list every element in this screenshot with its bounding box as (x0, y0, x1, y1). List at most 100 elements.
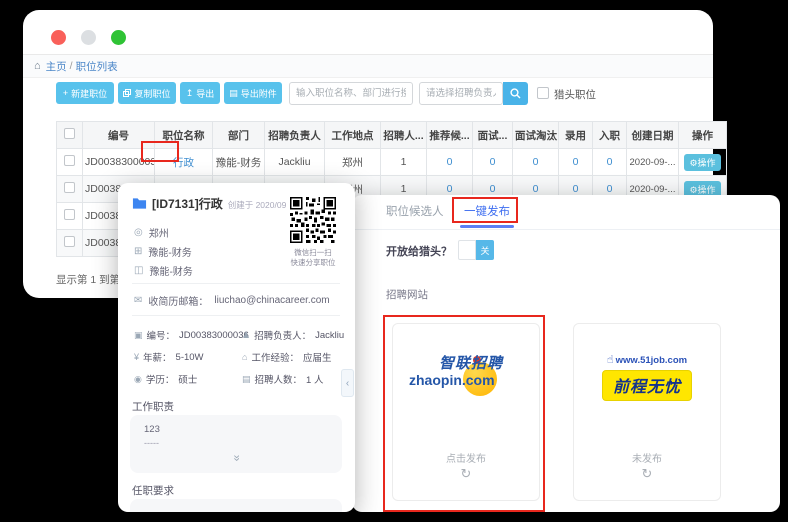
count-interview[interactable]: 0 (490, 156, 496, 168)
export-attachment-button[interactable]: ▤ 导出附件 (224, 82, 282, 104)
qr-caption-line2: 快速分享职位 (286, 258, 340, 268)
field-label: 工作经验： (251, 350, 299, 364)
duty-text: 123 (144, 424, 160, 435)
zhaopin-status: 点击发布 (393, 450, 539, 465)
job51-logo: ☝www.51job.com 前程无忧 (574, 350, 720, 401)
export-attachment-label: 导出附件 (241, 87, 277, 100)
screenshot-stage: ⌂ 主页 / 职位列表 + 新建职位 复制职位 ↥ 导出 ▤ 导出附件 (0, 0, 788, 522)
breadcrumb-home[interactable]: 主页 (46, 59, 67, 74)
count-hired[interactable]: 0 (573, 183, 579, 195)
col-action: 操作 (679, 122, 727, 149)
count-hired[interactable]: 0 (573, 156, 579, 168)
job51-status: 未发布 (574, 450, 720, 465)
refresh-icon[interactable]: ↻ (574, 466, 720, 482)
requirement-content-box (130, 499, 342, 512)
field-value: 1 人 (306, 372, 323, 386)
job-owner: Jackliu (265, 149, 325, 176)
table-header-row: 编号 职位名称 部门 招聘负责人 工作地点 招聘人... 推荐候... 面试..… (57, 122, 727, 149)
search-icon (510, 88, 521, 99)
row-checkbox[interactable] (64, 236, 75, 247)
export-label: 导出 (196, 87, 214, 100)
job-dept: 豫能-财务 (213, 149, 265, 176)
col-recruit: 招聘人... (381, 122, 427, 149)
detail-department: 豫能-财务 (148, 244, 191, 259)
document-icon: ▤ (229, 89, 238, 98)
breadcrumb-separator: / (70, 60, 73, 72)
count-onboard[interactable]: 0 (607, 183, 613, 195)
col-title: 职位名称 (155, 122, 213, 149)
headcount-icon: ▤ (242, 374, 251, 385)
breadcrumb-current[interactable]: 职位列表 (76, 59, 118, 74)
education-icon: ◉ (134, 374, 142, 385)
field-value: 5-10W (176, 352, 204, 363)
department-icon: ⊞ (134, 246, 142, 257)
headhunt-toggle[interactable]: 关 (458, 240, 494, 260)
detail-job-title: [ID7131]行政 (152, 195, 223, 212)
count-interview-out[interactable]: 0 (533, 156, 539, 168)
new-job-label: 新建职位 (71, 87, 107, 100)
col-city: 工作地点 (325, 122, 381, 149)
new-job-button[interactable]: + 新建职位 (56, 82, 114, 104)
headhunt-checkbox[interactable] (537, 87, 549, 99)
tab-candidates[interactable]: 职位候选人 (386, 203, 444, 219)
id-icon: ▣ (134, 330, 143, 341)
job51-cn-text: 前程无忧 (613, 379, 681, 396)
publish-panel: 职位候选人 一键发布 开放给猎头？ 关 招聘网站 智联招聘 zhaopin.co… (352, 195, 780, 512)
count-interview-out[interactable]: 0 (533, 183, 539, 195)
qr-code (290, 197, 336, 243)
expand-chevron-icon[interactable]: « (229, 455, 243, 462)
toggle-knob (458, 240, 476, 260)
tab-one-click-publish[interactable]: 一键发布 (464, 203, 510, 219)
duty-content-box: 123 ----- « (130, 415, 342, 473)
site-card-51job[interactable]: ☝www.51job.com 前程无忧 未发布 ↻ (573, 323, 721, 501)
owner-select[interactable] (419, 82, 503, 105)
site-card-zhaopin[interactable]: 智联招聘 zhaopin.com 点击发布 ↻ (392, 323, 540, 501)
hand-pointer-icon: ☝ (607, 354, 614, 366)
count-recommend[interactable]: 0 (447, 156, 453, 168)
resume-email-value: liuchao@chinacareer.com (214, 295, 329, 306)
row-checkbox[interactable] (64, 209, 75, 220)
col-onboard: 入职 (593, 122, 627, 149)
col-recommend: 推荐候... (427, 122, 473, 149)
row-checkbox[interactable] (64, 155, 75, 166)
count-recruit: 1 (381, 149, 427, 176)
job51-url-text: www.51job.com (616, 355, 687, 366)
col-dept: 部门 (213, 122, 265, 149)
requirement-section-title: 任职要求 (132, 483, 174, 498)
plus-icon: + (63, 89, 68, 98)
export-button[interactable]: ↥ 导出 (180, 82, 220, 104)
search-input[interactable] (289, 82, 413, 105)
home-icon: ⌂ (34, 60, 41, 72)
breadcrumb: ⌂ 主页 / 职位列表 (23, 54, 713, 78)
zhaopin-logo: 智联招聘 zhaopin.com (407, 350, 527, 400)
count-onboard[interactable]: 0 (607, 156, 613, 168)
headhunt-toggle-label: 开放给猎头？ (386, 243, 452, 259)
collapse-panel-button[interactable]: ‹ (341, 369, 354, 397)
window-close-button[interactable] (51, 30, 66, 45)
count-interview[interactable]: 0 (490, 183, 496, 195)
job51-pill: 前程无忧 (602, 370, 692, 401)
copy-job-label: 复制职位 (134, 87, 170, 100)
job-title-link[interactable]: 行政 (173, 157, 194, 169)
refresh-icon[interactable]: ↻ (393, 466, 539, 482)
col-hired: 录用 (559, 122, 593, 149)
window-minimize-button[interactable] (81, 30, 96, 45)
field-label: 招聘人数： (255, 372, 303, 386)
copy-job-button[interactable]: 复制职位 (118, 82, 176, 104)
select-all-checkbox[interactable] (64, 128, 75, 139)
team-icon: ◫ (134, 265, 143, 276)
col-id: 编号 (83, 122, 155, 149)
row-action-button[interactable]: ⚙操作 (684, 154, 720, 171)
count-recommend[interactable]: 0 (447, 183, 453, 195)
experience-icon: ⌂ (242, 352, 247, 362)
field-value: JD00383000036 (179, 330, 249, 341)
window-zoom-button[interactable] (111, 30, 126, 45)
detail-location: 郑州 (149, 225, 169, 240)
duty-section-title: 工作职责 (132, 399, 174, 414)
search-button[interactable] (503, 82, 528, 105)
job-id: JD00383000036 (83, 149, 155, 176)
duty-text-more: ----- (144, 438, 159, 448)
job-city: 郑州 (325, 149, 381, 176)
qr-code-block: 微信扫一扫 快速分享职位 (286, 197, 340, 268)
row-checkbox[interactable] (64, 182, 75, 193)
